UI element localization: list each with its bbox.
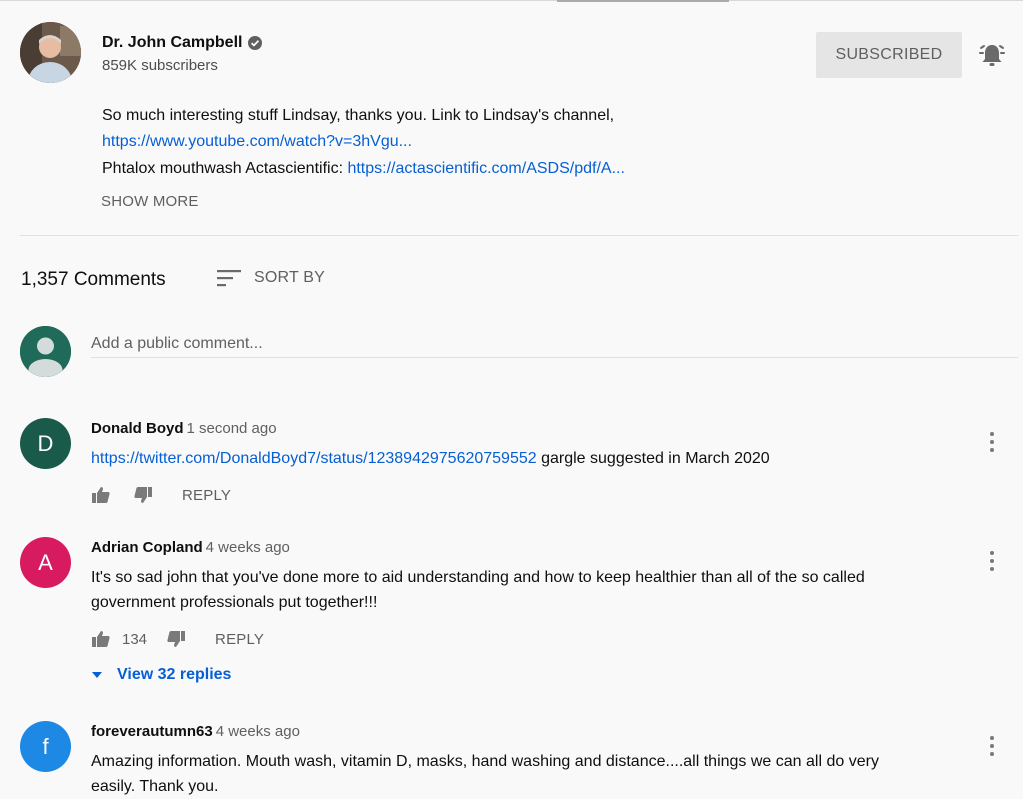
description-line-mouthwash: Phtalox mouthwash Actascientific: https:… [102, 160, 625, 178]
comment-text-line: It's so sad john that you've done more t… [91, 569, 865, 586]
verified-badge-icon [248, 36, 263, 50]
comment-header: Adrian Copland 4 weeks ago [91, 539, 290, 557]
scroll-indicator [557, 0, 729, 2]
subscribed-button[interactable]: SUBSCRIBED [816, 32, 962, 78]
description-link-actascientific[interactable]: https://actascientific.com/ASDS/pdf/A... [347, 160, 624, 177]
commenter-avatar[interactable]: A [20, 537, 71, 588]
comment-menu-icon[interactable] [982, 734, 1002, 758]
like-icon[interactable] [91, 629, 111, 649]
dislike-icon[interactable] [166, 629, 186, 649]
comment-time[interactable]: 4 weeks ago [216, 723, 300, 740]
comment-actions: REPLY [91, 485, 231, 505]
sort-icon [217, 270, 241, 287]
comment-author[interactable]: Adrian Copland [91, 539, 203, 556]
comment-menu-icon[interactable] [982, 549, 1002, 573]
top-divider [0, 0, 1023, 1]
sort-by-button[interactable]: SORT BY [216, 267, 325, 289]
description-link-row: https://www.youtube.com/watch?v=3hVgu... [102, 133, 412, 151]
like-count: 134 [122, 630, 148, 648]
comment-link[interactable]: https://twitter.com/DonaldBoyd7/status/1… [91, 450, 537, 467]
comment-author[interactable]: Donald Boyd [91, 420, 184, 437]
commenter-avatar[interactable]: f [20, 721, 71, 772]
channel-name[interactable]: Dr. John Campbell [102, 34, 263, 52]
comment-text: https://twitter.com/DonaldBoyd7/status/1… [91, 446, 770, 471]
comment-time[interactable]: 1 second ago [187, 420, 277, 437]
description-text: Phtalox mouthwash Actascientific: [102, 160, 348, 177]
dislike-icon[interactable] [133, 485, 153, 505]
reply-button[interactable]: REPLY [215, 631, 264, 648]
caret-down-icon [92, 672, 102, 678]
view-replies-button[interactable]: View 32 replies [91, 666, 231, 684]
description-line: So much interesting stuff Lindsay, thank… [102, 107, 615, 124]
notification-bell-icon[interactable] [976, 39, 1008, 71]
commenter-avatar[interactable]: D [20, 418, 71, 469]
section-divider [20, 235, 1018, 236]
subscriber-count: 859K subscribers [102, 57, 218, 74]
comment-text-line: easily. Thank you. [91, 778, 219, 795]
like-icon[interactable] [91, 485, 111, 505]
comments-count: 1,357 Comments [21, 269, 166, 290]
comment-text-line: government professionals put together!!! [91, 594, 378, 611]
comment-time[interactable]: 4 weeks ago [206, 539, 290, 556]
sort-by-label: SORT BY [254, 269, 326, 286]
comment-menu-icon[interactable] [982, 430, 1002, 454]
user-avatar-icon [20, 326, 71, 377]
reply-button[interactable]: REPLY [182, 487, 231, 504]
comment-text: Amazing information. Mouth wash, vitamin… [91, 749, 971, 799]
add-comment-input[interactable] [91, 330, 1018, 358]
view-replies-label: View 32 replies [117, 666, 232, 683]
comment-header: Donald Boyd 1 second ago [91, 420, 277, 438]
comment-text-body: gargle suggested in March 2020 [536, 450, 770, 467]
comment-text: It's so sad john that you've done more t… [91, 565, 971, 615]
description-link-youtube[interactable]: https://www.youtube.com/watch?v=3hVgu... [102, 133, 412, 150]
comment-header: foreverautumn63 4 weeks ago [91, 723, 300, 741]
channel-name-text[interactable]: Dr. John Campbell [102, 34, 242, 52]
comment-author[interactable]: foreverautumn63 [91, 723, 213, 740]
comment-actions: 134 REPLY [91, 629, 264, 649]
comment-text-line: Amazing information. Mouth wash, vitamin… [91, 753, 879, 770]
show-more-button[interactable]: SHOW MORE [101, 193, 199, 210]
channel-avatar[interactable] [20, 22, 81, 83]
